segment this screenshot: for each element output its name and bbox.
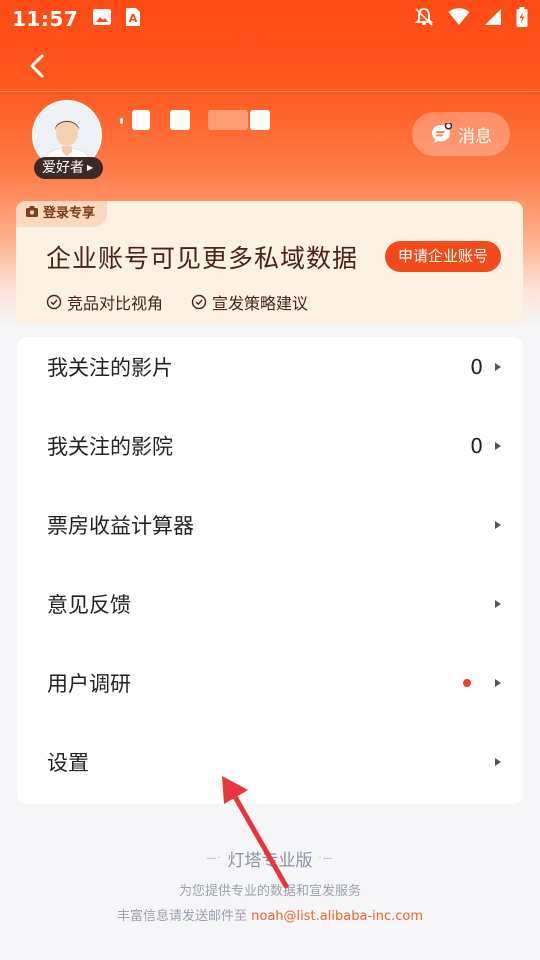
menu-item-box-office-calculator[interactable]: 票房收益计算器	[17, 485, 523, 564]
menu-item-label: 用户调研	[47, 671, 131, 696]
chevron-left-icon	[30, 54, 44, 78]
divider-dash-left: —·	[206, 853, 222, 864]
chevron-right-icon	[495, 362, 501, 371]
wifi-icon	[448, 8, 470, 30]
promo-tag: 登录专享	[16, 201, 108, 227]
followed-films-count: 0	[470, 354, 483, 379]
enterprise-promo-card: 登录专享 企业账号可见更多私域数据 申请企业账号 竞品对比视角 宣发策略建议	[16, 201, 523, 324]
menu-item-followed-cinemas[interactable]: 我关注的影院 0	[17, 406, 523, 485]
check-circle-icon	[191, 294, 207, 310]
image-icon	[92, 8, 112, 30]
chevron-right-icon	[495, 678, 501, 687]
signal-icon	[484, 8, 502, 30]
menu-item-label: 设置	[47, 750, 89, 775]
chat-bubble-icon	[430, 122, 453, 145]
chevron-right-icon	[495, 599, 501, 608]
promo-title: 企业账号可见更多私域数据	[46, 244, 359, 273]
menu-item-settings[interactable]: 设置	[17, 722, 523, 801]
chevron-right-icon	[495, 757, 501, 766]
followed-cinemas-count: 0	[470, 433, 483, 458]
menu-item-label: 意见反馈	[47, 592, 131, 617]
promo-tag-label: 登录专享	[43, 206, 96, 221]
camera-icon	[26, 201, 38, 227]
promo-feature-label: 竞品对比视角	[67, 294, 164, 313]
chevron-right-icon	[495, 441, 501, 450]
menu-list: 我关注的影片 0 我关注的影院 0 票房收益计算器 意见反馈 用户调研 设置	[17, 337, 523, 804]
username-redacted	[120, 110, 280, 132]
check-circle-icon	[46, 294, 62, 310]
unread-dot	[463, 678, 471, 687]
footer: —· 灯塔专业版 ·— 为您提供专业的数据和宣发服务 丰富信息请发送邮件至 no…	[0, 846, 540, 924]
menu-item-label: 我关注的影片	[47, 355, 173, 380]
footer-contact-prefix: 丰富信息请发送邮件至	[117, 909, 248, 924]
menu-item-label: 我关注的影院	[47, 434, 173, 459]
footer-email-link[interactable]: noah@list.alibaba-inc.com	[251, 909, 423, 924]
bell-off-icon	[414, 7, 434, 31]
promo-feature: 竞品对比视角	[46, 290, 163, 314]
back-button[interactable]	[24, 52, 50, 80]
promo-feature: 宣发策略建议	[191, 290, 308, 314]
caret-right-icon: ▶	[87, 163, 94, 172]
footer-contact: 丰富信息请发送邮件至 noah@list.alibaba-inc.com	[0, 905, 540, 924]
message-button-label: 消息	[458, 126, 492, 147]
svg-text:A: A	[129, 12, 138, 25]
menu-item-label: 票房收益计算器	[47, 513, 194, 538]
role-badge-label: 爱好者	[42, 160, 84, 176]
apply-enterprise-button[interactable]: 申请企业账号	[385, 241, 501, 272]
text-app-icon: A	[124, 7, 142, 31]
status-time: 11:57	[12, 7, 79, 31]
message-button[interactable]: 消息	[412, 112, 510, 156]
battery-charging-icon	[516, 7, 528, 31]
profile-header: 爱好者 ▶ 消息	[0, 98, 540, 188]
role-badge[interactable]: 爱好者 ▶	[34, 157, 104, 179]
chevron-right-icon	[495, 520, 501, 529]
promo-feature-label: 宣发策略建议	[212, 294, 309, 313]
footer-tagline: 为您提供专业的数据和宣发服务	[178, 884, 361, 899]
status-bar: 11:57 A	[0, 0, 540, 38]
divider-dash-right: ·—	[318, 853, 334, 864]
menu-item-followed-films[interactable]: 我关注的影片 0	[17, 327, 523, 406]
menu-item-user-survey[interactable]: 用户调研	[17, 643, 523, 722]
footer-brand: 灯塔专业版	[227, 851, 313, 871]
nav-bar	[0, 38, 540, 92]
menu-item-feedback[interactable]: 意见反馈	[17, 564, 523, 643]
